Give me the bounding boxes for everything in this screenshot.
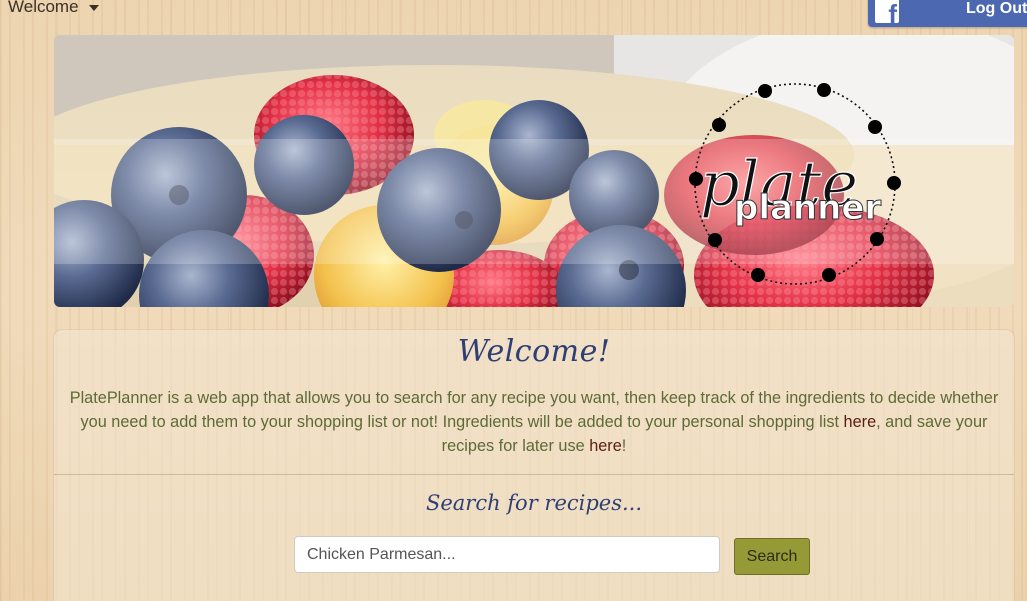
search-button[interactable]: Search (734, 538, 810, 575)
hero-banner: plate planner (54, 35, 1014, 307)
welcome-dropdown-label: Welcome (8, 0, 79, 16)
shopping-list-link[interactable]: here (844, 413, 877, 431)
facebook-icon: f (875, 0, 899, 23)
intro-paragraph: PlatePlanner is a web app that allows yo… (68, 386, 1000, 458)
saved-recipes-link[interactable]: here (589, 437, 622, 455)
intro-text-part3: ! (621, 437, 627, 455)
facebook-logout-button[interactable]: f Log Out (868, 0, 1027, 27)
logout-label: Log Out (966, 0, 1027, 17)
welcome-card: Welcome! PlatePlanner is a web app that … (54, 330, 1014, 601)
welcome-heading: Welcome! (457, 334, 611, 369)
logo-word-planner: planner (734, 188, 881, 228)
caret-down-icon (88, 5, 99, 11)
plate-planner-logo: plate planner (689, 83, 901, 285)
welcome-dropdown[interactable]: Welcome (8, 0, 99, 17)
recipe-search-input[interactable] (294, 536, 720, 573)
search-heading: Search for recipes... (425, 491, 643, 515)
section-divider (54, 474, 1014, 475)
